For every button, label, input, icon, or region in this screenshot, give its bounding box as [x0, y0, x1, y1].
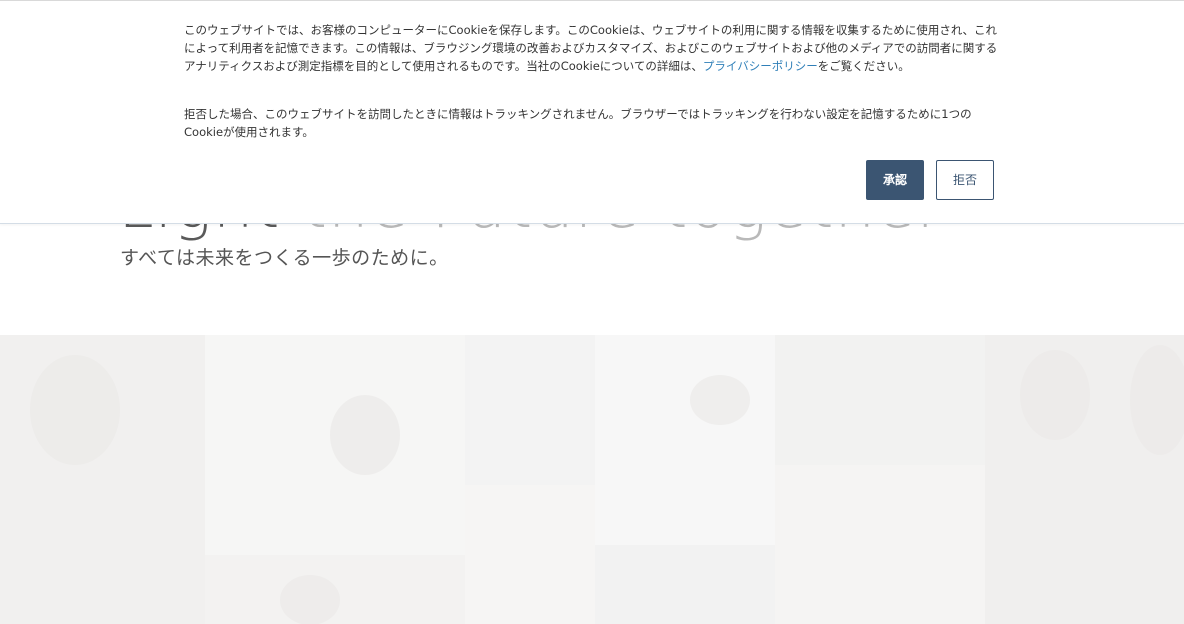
photo-figure [330, 395, 400, 475]
privacy-policy-link[interactable]: プライバシーポリシー [703, 59, 818, 73]
photo-figure [690, 375, 750, 425]
cookie-notice-text: このウェブサイトでは、お客様のコンピューターにCookieを保存します。このCo… [184, 21, 1000, 75]
hero-subtitle: すべては未来をつくる一歩のために。 [120, 247, 449, 269]
photo-figure [280, 575, 340, 624]
photo-tile [465, 335, 595, 485]
cookie-decline-info-text: 拒否した場合、このウェブサイトを訪問したときに情報はトラッキングされません。ブラ… [184, 107, 972, 139]
cookie-notice-text-part2: をご覧ください。 [817, 59, 910, 73]
photo-tile [595, 335, 775, 545]
photo-tile [775, 465, 985, 624]
photo-figure [1130, 345, 1184, 455]
cookie-consent-banner: このウェブサイトでは、お客様のコンピューターにCookieを保存します。このCo… [0, 0, 1184, 224]
photo-tile [775, 335, 985, 465]
accept-cookies-button[interactable]: 承認 [866, 160, 924, 200]
page: Light the Future together すべては未来をつくる一歩のた… [0, 0, 1184, 624]
photo-figure [30, 355, 120, 465]
photo-tile [465, 485, 595, 624]
hero-photo-collage [0, 335, 1184, 624]
decline-cookies-button[interactable]: 拒否 [936, 160, 994, 200]
photo-figure [1020, 350, 1090, 440]
photo-tile [595, 545, 775, 624]
